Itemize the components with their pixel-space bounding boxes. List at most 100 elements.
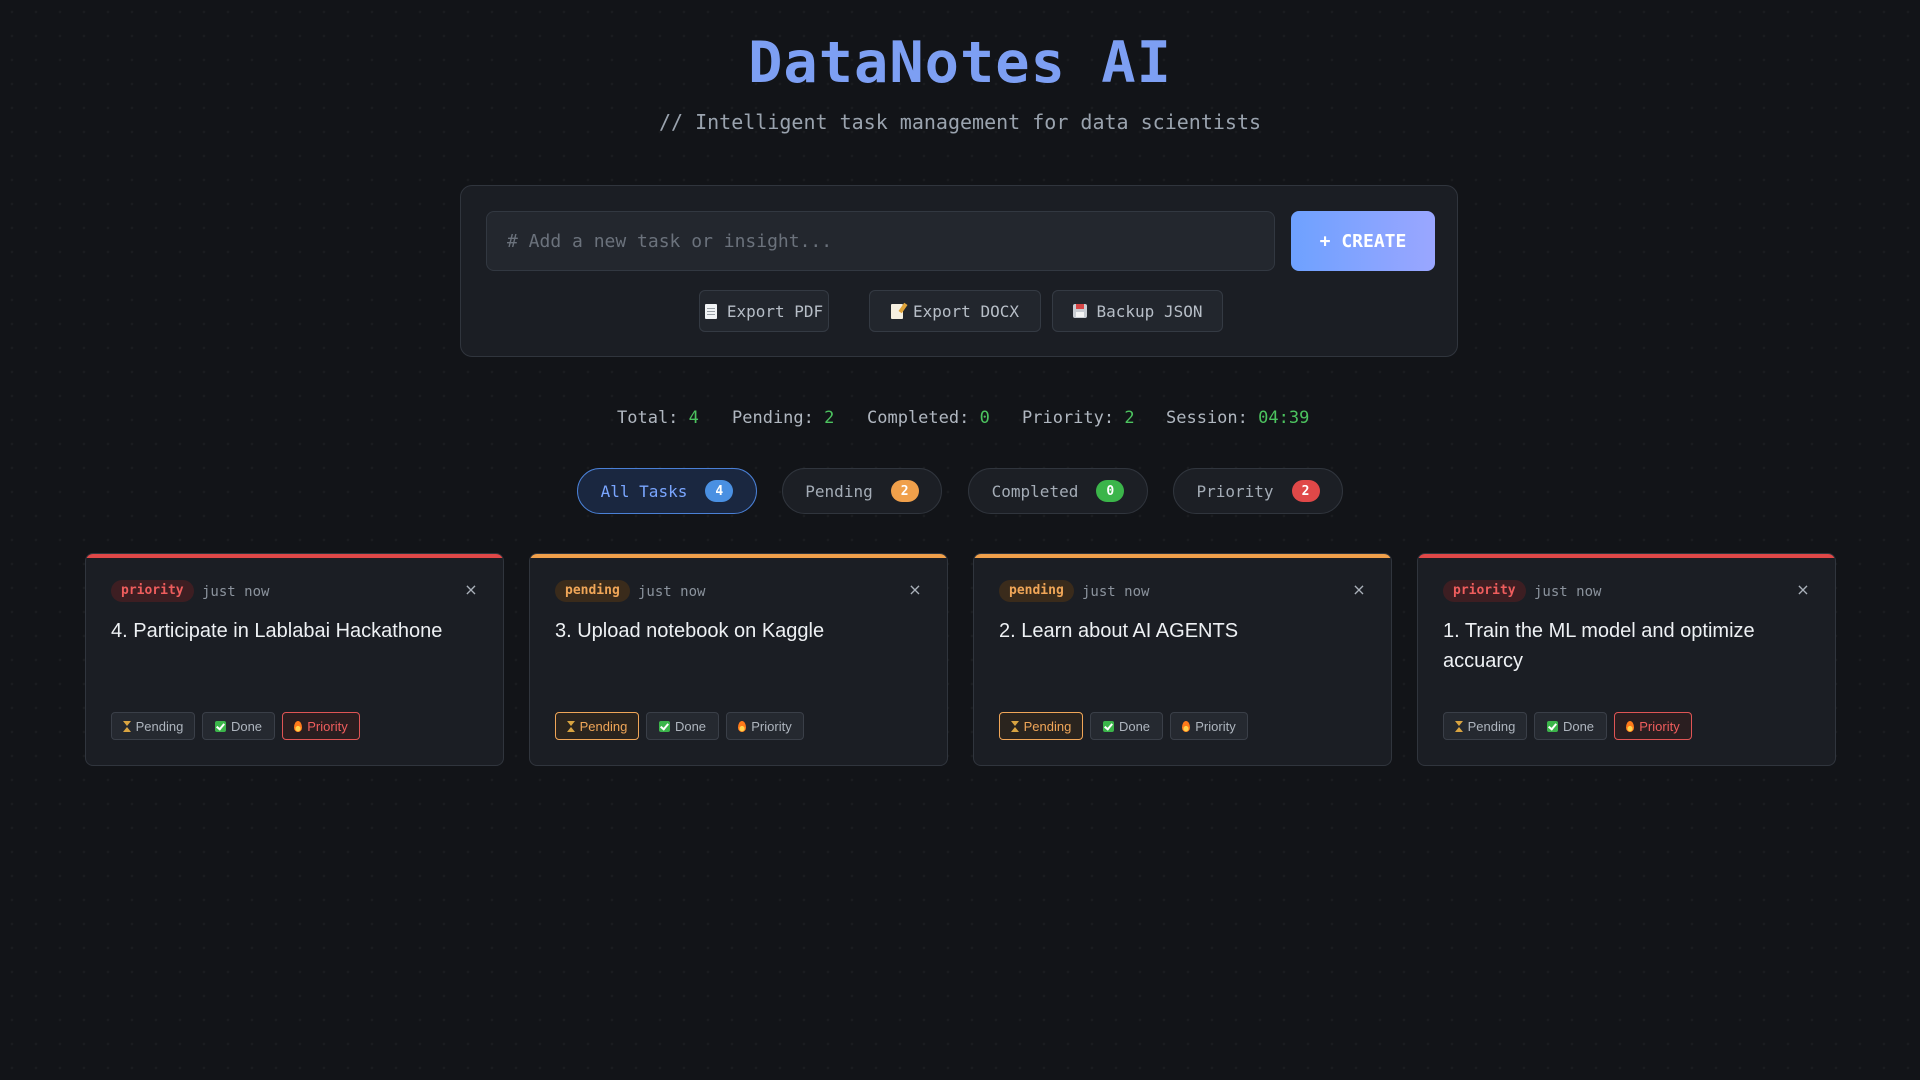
mark-priority-button[interactable]: Priority: [726, 712, 804, 740]
stat-priority-label: Priority:: [1022, 408, 1115, 428]
task-text: 3. Upload notebook on Kaggle: [555, 620, 825, 642]
tab-label: Completed: [991, 481, 1079, 501]
tab-completed[interactable]: Completed 0: [968, 468, 1148, 514]
task-timestamp: just now: [1082, 584, 1150, 600]
mark-done-button[interactable]: Done: [646, 712, 719, 740]
stat-session-value: 04:39: [1258, 408, 1310, 428]
stat-pending-label: Pending:: [732, 408, 814, 428]
card-accent-bar: [86, 554, 503, 558]
hourglass-icon: [1454, 720, 1463, 732]
app-title: DataNotes AI: [748, 30, 1172, 96]
action-label: Done: [230, 718, 263, 734]
stat-session-label: Session:: [1166, 408, 1248, 428]
tab-label: Priority: [1196, 481, 1274, 501]
mark-pending-button[interactable]: Pending: [111, 712, 195, 740]
backup-json-button[interactable]: Backup JSON: [1052, 290, 1223, 332]
export-docx-label: Export DOCX: [913, 301, 1019, 321]
action-label: Priority: [307, 718, 348, 734]
status-badge: pending: [999, 580, 1074, 602]
stat-priority-value: 2: [1124, 408, 1135, 428]
floppy-disk-icon: [1072, 304, 1087, 318]
tab-pending[interactable]: Pending 2: [782, 468, 942, 514]
tab-count-badge: 2: [1291, 480, 1320, 502]
export-docx-button[interactable]: Export DOCX: [869, 290, 1041, 332]
action-label: Pending: [135, 718, 184, 734]
fire-icon: [738, 720, 747, 732]
tab-label: Pending: [805, 481, 873, 501]
action-label: Pending: [1023, 718, 1072, 734]
document-icon: [704, 303, 717, 319]
tab-all-tasks[interactable]: All Tasks 4: [577, 468, 757, 514]
action-label: Pending: [579, 718, 628, 734]
stat-priority: Priority: 2: [1022, 408, 1135, 428]
task-card: priority just now × 1. Train the ML mode…: [1417, 553, 1836, 766]
export-pdf-button[interactable]: Export PDF: [699, 290, 829, 332]
task-card: pending just now × 3. Upload notebook on…: [529, 553, 948, 766]
stat-pending-value: 2: [824, 408, 835, 428]
delete-task-button[interactable]: ×: [1349, 580, 1369, 600]
action-label: Priority: [1195, 718, 1236, 734]
task-text: 2. Learn about AI AGENTS: [999, 620, 1239, 642]
app-subtitle: // Intelligent task management for data …: [658, 110, 1262, 134]
mark-done-button[interactable]: Done: [1534, 712, 1607, 740]
delete-task-button[interactable]: ×: [1793, 580, 1813, 600]
stat-session: Session: 04:39: [1166, 408, 1309, 428]
status-badge: priority: [1443, 580, 1526, 602]
mark-pending-button[interactable]: Pending: [999, 712, 1083, 740]
mark-pending-button[interactable]: Pending: [1443, 712, 1527, 740]
checkmark-icon: [658, 720, 670, 732]
stat-completed: Completed: 0: [867, 408, 990, 428]
action-label: Priority: [751, 718, 792, 734]
task-timestamp: just now: [638, 584, 706, 600]
stat-total-label: Total:: [617, 408, 679, 428]
tab-count-badge: 4: [705, 480, 734, 502]
card-accent-bar: [530, 554, 947, 558]
card-accent-bar: [974, 554, 1391, 558]
fire-icon: [1182, 720, 1191, 732]
stat-total: Total: 4: [617, 408, 699, 428]
fire-icon: [294, 720, 303, 732]
mark-done-button[interactable]: Done: [202, 712, 275, 740]
checkmark-icon: [1546, 720, 1558, 732]
task-timestamp: just now: [202, 584, 270, 600]
checkmark-icon: [214, 720, 226, 732]
mark-priority-button[interactable]: Priority: [282, 712, 360, 740]
tab-priority[interactable]: Priority 2: [1173, 468, 1343, 514]
card-accent-bar: [1418, 554, 1835, 558]
task-text: 4. Participate in Lablabai Hackathone: [111, 620, 443, 642]
delete-task-button[interactable]: ×: [905, 580, 925, 600]
task-composer: + CREATE Export PDF Export DOCX Backup J…: [460, 185, 1458, 357]
mark-done-button[interactable]: Done: [1090, 712, 1163, 740]
task-input[interactable]: [486, 211, 1275, 271]
task-card: priority just now × 4. Participate in La…: [85, 553, 504, 766]
action-label: Pending: [1467, 718, 1516, 734]
fire-icon: [1626, 720, 1635, 732]
tab-count-badge: 2: [890, 480, 919, 502]
task-card: pending just now × 2. Learn about AI AGE…: [973, 553, 1392, 766]
create-button[interactable]: + CREATE: [1291, 211, 1435, 271]
stat-completed-value: 0: [979, 408, 990, 428]
stat-pending: Pending: 2: [732, 408, 834, 428]
mark-priority-button[interactable]: Priority: [1170, 712, 1248, 740]
tab-count-badge: 0: [1096, 480, 1125, 502]
mark-pending-button[interactable]: Pending: [555, 712, 639, 740]
export-toolbar: Export PDF Export DOCX Backup JSON: [461, 290, 1457, 332]
backup-json-label: Backup JSON: [1096, 301, 1203, 321]
stat-completed-label: Completed:: [867, 408, 970, 428]
status-badge: priority: [111, 580, 194, 602]
memo-icon: [891, 303, 904, 319]
stats-bar: Total: 4 Pending: 2 Completed: 0 Priorit…: [0, 408, 1920, 432]
action-label: Priority: [1639, 718, 1680, 734]
action-label: Done: [674, 718, 707, 734]
checkmark-icon: [1102, 720, 1114, 732]
task-text: 1. Train the ML model and optimize accua…: [1443, 620, 1755, 672]
task-timestamp: just now: [1534, 584, 1602, 600]
delete-task-button[interactable]: ×: [461, 580, 481, 600]
hourglass-icon: [1010, 720, 1019, 732]
action-label: Done: [1562, 718, 1595, 734]
status-badge: pending: [555, 580, 630, 602]
stat-total-value: 4: [688, 408, 699, 428]
hourglass-icon: [566, 720, 575, 732]
action-label: Done: [1118, 718, 1151, 734]
mark-priority-button[interactable]: Priority: [1614, 712, 1692, 740]
